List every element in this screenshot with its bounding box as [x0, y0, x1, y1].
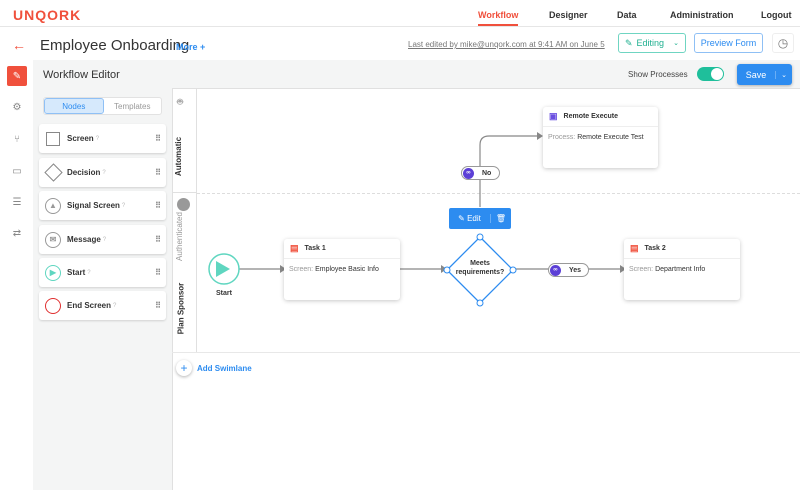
field-value: Department Info [655, 266, 706, 273]
edge-label-no[interactable]: ∞ No [461, 166, 500, 180]
add-swimlane-link[interactable]: Add Swimlane [197, 364, 252, 373]
node-title: Task 1 [304, 245, 326, 252]
node-title: Remote Execute [563, 113, 618, 120]
link-icon: ∞ [550, 264, 561, 276]
field-key: Process: [548, 134, 576, 141]
field-key: Screen: [629, 266, 654, 273]
yes-label: Yes [569, 266, 582, 274]
screen-window-icon: ▤ [630, 243, 639, 253]
screen-window-icon: ▤ [290, 243, 299, 253]
add-swimlane-plus-icon[interactable]: + [176, 360, 192, 376]
link-icon: ∞ [463, 167, 474, 179]
edit-label: Edit [467, 214, 481, 223]
remote-execute-node[interactable]: ▣ Remote Execute Process: Remote Execute T… [543, 107, 658, 168]
trash-icon[interactable]: 🗑︎ [490, 214, 511, 223]
task2-node[interactable]: ▤ Task 2 Screen: Department Info [624, 239, 740, 300]
node-title: Task 2 [644, 245, 666, 252]
decision-label: Meets requirements? [455, 260, 505, 276]
edit-button[interactable]: ✎ Edit [449, 214, 490, 223]
edge-label-yes[interactable]: ∞ Yes [548, 263, 589, 277]
field-key: Screen: [289, 266, 314, 273]
no-label: No [482, 169, 492, 177]
robot-icon: ▣ [549, 111, 558, 121]
node-toolbar: ✎ Edit 🗑︎ [449, 208, 511, 229]
task1-node[interactable]: ▤ Task 1 Screen: Employee Basic Info [284, 239, 400, 300]
start-label: Start [216, 290, 232, 297]
field-value: Remote Execute Test [577, 134, 644, 141]
field-value: Employee Basic Info [315, 266, 379, 273]
